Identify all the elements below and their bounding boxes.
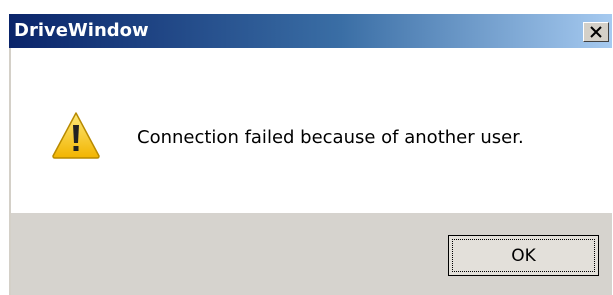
dialog-footer: OK [11,213,612,295]
title-bar[interactable]: DriveWindow [9,14,612,48]
dialog-body: Connection failed because of another use… [11,48,612,213]
close-button[interactable] [583,22,609,42]
dialog-message: Connection failed because of another use… [137,127,524,148]
close-icon [590,26,602,38]
message-dialog: DriveWindow Connection failed because of… [0,0,612,295]
warning-icon [52,112,100,159]
window-title: DriveWindow [14,20,149,41]
ok-button-label: OK [511,245,536,266]
ok-button[interactable]: OK [448,235,599,276]
